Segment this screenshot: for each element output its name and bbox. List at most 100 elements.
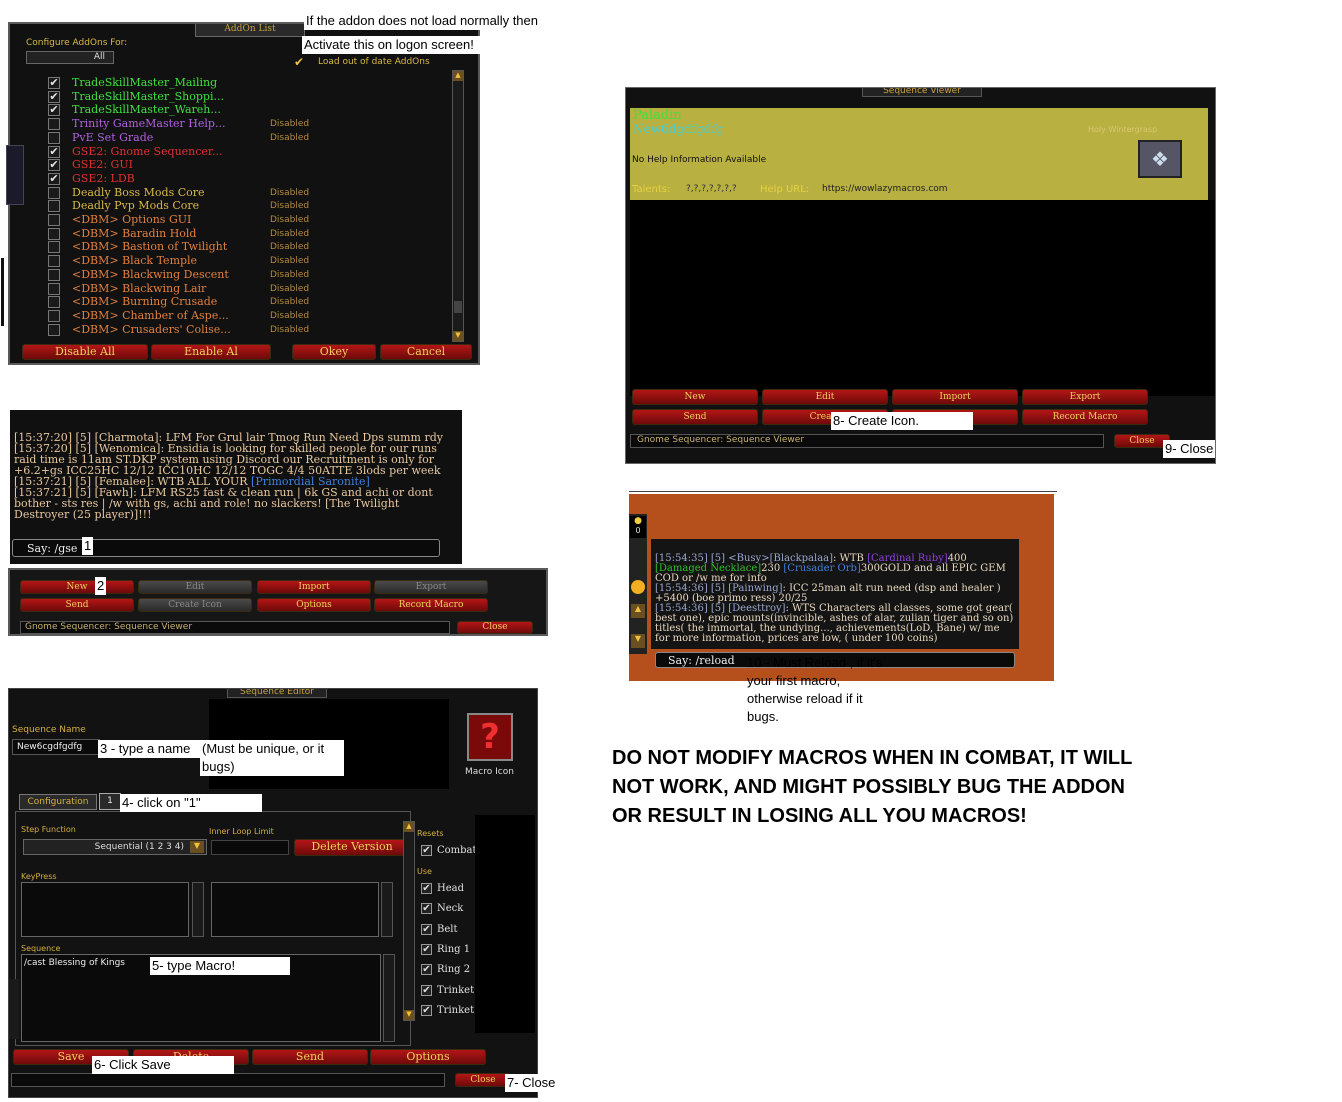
sequence-scrollbar[interactable] [383, 954, 395, 1042]
slot-checkbox[interactable]: ✔ [421, 883, 432, 894]
viewer-button[interactable]: Send [632, 409, 758, 425]
viewer-button[interactable]: Edit [762, 389, 888, 405]
chat-scroll-down-icon[interactable]: ▼ [631, 634, 645, 648]
viewer-button[interactable]: Export [374, 580, 488, 594]
small-viewer-close-button[interactable]: Close [457, 621, 533, 634]
note-5: 5- type Macro! [150, 957, 290, 975]
viewer-button[interactable]: New [632, 389, 758, 405]
addon-checkbox[interactable]: ✔ [48, 145, 60, 158]
slot-checkbox[interactable]: ✔ [421, 923, 432, 935]
chat-separator-line [629, 491, 1057, 492]
send-button[interactable]: Send [252, 1049, 368, 1065]
viewer-button[interactable]: Import [257, 580, 371, 594]
slot-checkbox[interactable]: ✔ [421, 984, 432, 996]
scroll-thumb[interactable] [454, 301, 462, 313]
tab-1[interactable]: 1 [99, 793, 121, 810]
addon-status: Disabled [270, 228, 310, 239]
inner-loop-input[interactable] [211, 840, 289, 855]
addon-checkbox[interactable] [48, 282, 60, 295]
delete-version-button[interactable]: Delete Version [294, 839, 410, 856]
viewer-button[interactable]: Import [892, 389, 1018, 405]
addon-checkbox[interactable] [48, 309, 60, 322]
addon-status: Disabled [270, 187, 310, 198]
slot-checkbox[interactable]: ✔ [421, 1004, 432, 1016]
viewer-button[interactable]: Create Icon [138, 598, 252, 612]
addon-checkbox[interactable]: ✔ [48, 90, 60, 103]
keypress-label: KeyPress [21, 872, 57, 881]
addon-checkbox[interactable]: ✔ [48, 77, 60, 89]
disable-all-button[interactable]: Disable All [22, 344, 148, 360]
addon-checkbox[interactable] [48, 241, 60, 254]
addon-status: Disabled [270, 310, 310, 321]
chat2-badge-count: 0 [635, 526, 641, 535]
viewer-close-button[interactable]: Close [1114, 434, 1170, 448]
addon-checkbox[interactable]: ✔ [48, 159, 60, 172]
viewer-button[interactable]: Options [257, 598, 371, 612]
note-3b: (Must be unique, or it bugs) [200, 740, 344, 776]
macro-icon-label: Macro Icon [465, 767, 514, 777]
scroll-down-icon[interactable]: ▼ [453, 331, 463, 341]
slot-label: Head [437, 883, 465, 894]
keypost-scrollbar[interactable] [381, 882, 393, 937]
chat1-input[interactable]: Say: /gse [12, 539, 440, 557]
addon-name: PvE Set Grade [72, 130, 154, 144]
left-edge-fragment [6, 145, 24, 205]
step-function-dropdown[interactable]: Sequential (1 2 3 4) ▼ [23, 839, 207, 855]
addon-name: <DBM> Blackwing Lair [72, 281, 207, 295]
chat-bubble-icon[interactable] [631, 580, 645, 594]
configure-dropdown[interactable]: All [26, 51, 114, 64]
slot-checkbox[interactable]: ✔ [421, 903, 432, 915]
resets-scroll-up-icon[interactable]: ▲ [404, 822, 414, 832]
sequence-name-input[interactable]: New6cgdfgdfg [12, 739, 100, 755]
chat-scroll-up-icon[interactable]: ▲ [631, 604, 645, 618]
addon-checkbox[interactable] [48, 131, 60, 144]
addon-checkbox[interactable] [48, 323, 60, 336]
chat2-badge-icon[interactable]: ● 0 [630, 516, 646, 538]
addon-checkbox[interactable] [48, 296, 60, 309]
resets-scrollbar[interactable]: ▲ ▼ [403, 821, 415, 1021]
addon-checkbox[interactable] [48, 118, 60, 131]
addon-checkbox[interactable] [48, 227, 60, 240]
addon-scrollbar[interactable]: ▲ ▼ [452, 70, 464, 342]
cancel-button[interactable]: Cancel [380, 344, 472, 360]
addon-checkbox[interactable]: ✔ [48, 104, 60, 117]
slot-checkbox[interactable]: ✔ [421, 943, 432, 955]
editor-title: Sequence Editor [227, 689, 327, 698]
enable-all-button[interactable]: Enable Al [151, 344, 271, 360]
addon-checkbox[interactable]: ✔ [48, 172, 60, 185]
slot-label: Ring 2 [437, 964, 471, 976]
chat-line-l3[interactable]: [Crusader Orb] [783, 563, 860, 574]
scroll-up-icon[interactable]: ▲ [453, 71, 463, 81]
macro-icon-button[interactable]: ? [467, 713, 513, 761]
help-url-value[interactable]: https://wowlazymacros.com [822, 184, 948, 194]
viewer-button[interactable]: Record Macro [1022, 409, 1148, 425]
editor-footer-bar [11, 1073, 445, 1087]
addon-checkbox[interactable] [48, 186, 60, 199]
addon-checkbox[interactable] [48, 214, 60, 226]
addon-checkbox[interactable] [48, 200, 60, 213]
addon-checkbox[interactable] [48, 268, 60, 281]
addon-checkbox[interactable] [48, 255, 60, 268]
dropdown-arrow-icon[interactable]: ▼ [190, 841, 204, 853]
viewer-button[interactable]: Export [1022, 389, 1148, 405]
viewer-button[interactable]: Edit [138, 580, 252, 594]
viewer-button[interactable]: New [20, 580, 134, 594]
editor-close-button[interactable]: Close [455, 1073, 511, 1087]
sequence-name-value: New6cgdfgdfg [17, 742, 83, 752]
viewer-button[interactable]: Send [20, 598, 134, 612]
note-7: 7- Close [505, 1074, 558, 1092]
viewer-seq-name: New6dgdfgdfg [633, 122, 724, 136]
tab-configuration[interactable]: Configuration [19, 794, 97, 810]
keypress-scrollbar[interactable] [192, 882, 204, 937]
resets-scroll-down-icon[interactable]: ▼ [404, 1010, 414, 1020]
keypress-box[interactable] [21, 882, 189, 937]
slot-checkbox[interactable]: ✔ [421, 964, 432, 976]
okay-button[interactable]: Okey [292, 344, 376, 360]
addon-name: <DBM> Burning Crusade [72, 295, 218, 309]
viewer-button[interactable]: Record Macro [374, 598, 488, 612]
configure-value: All [93, 52, 105, 62]
load-outdated-checkmark-icon[interactable]: ✔ [294, 55, 304, 69]
options-button[interactable]: Options [370, 1049, 486, 1065]
keypost-box[interactable] [211, 882, 379, 937]
combat-checkbox[interactable]: ✔ [421, 845, 432, 856]
